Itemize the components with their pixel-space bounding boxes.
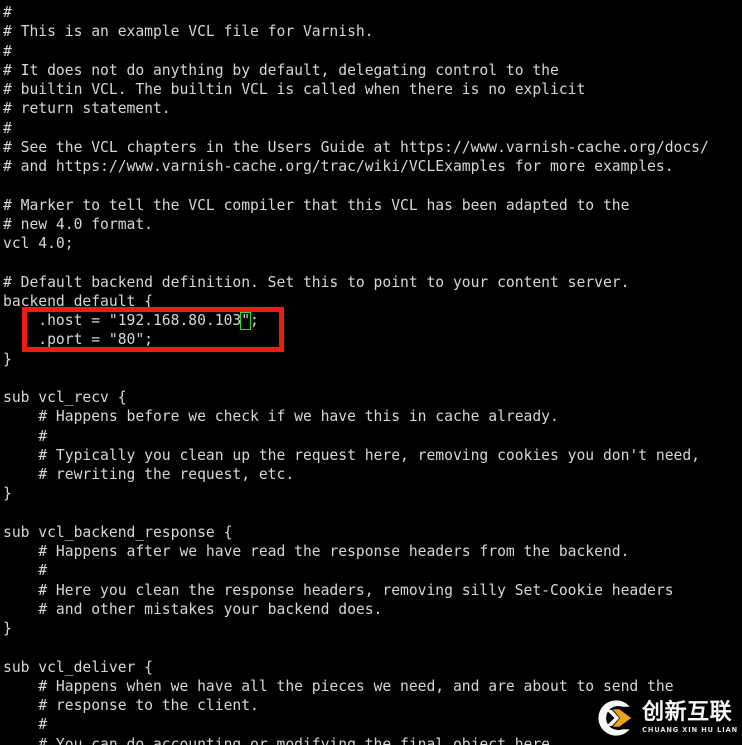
- code-line[interactable]: # This is an example VCL file for Varnis…: [3, 22, 742, 41]
- code-line[interactable]: .host = "192.168.80.103";: [3, 311, 742, 330]
- code-line[interactable]: [3, 504, 742, 523]
- code-line[interactable]: # Here you clean the response headers, r…: [3, 581, 742, 600]
- terminal-screen: # # This is an example VCL file for Varni…: [0, 0, 742, 745]
- code-line[interactable]: vcl 4.0;: [3, 234, 742, 253]
- code-line[interactable]: }: [3, 484, 742, 503]
- code-line[interactable]: [3, 369, 742, 388]
- code-line[interactable]: #: [3, 42, 742, 61]
- code-buffer[interactable]: # # This is an example VCL file for Varni…: [0, 0, 742, 745]
- code-line[interactable]: [3, 638, 742, 657]
- watermark-chinese-name: 创新互联: [642, 700, 733, 726]
- code-line[interactable]: #: [3, 3, 742, 22]
- code-line[interactable]: # return statement.: [3, 99, 742, 118]
- code-line[interactable]: # Marker to tell the VCL compiler that t…: [3, 196, 742, 215]
- code-line[interactable]: # builtin VCL. The builtin VCL is called…: [3, 80, 742, 99]
- code-line[interactable]: }: [3, 619, 742, 638]
- watermark: 创新互联 CHUANG XIN HU LIAN: [596, 696, 738, 740]
- code-line[interactable]: # It does not do anything by default, de…: [3, 61, 742, 80]
- watermark-wordmark: 创新互联 CHUANG XIN HU LIAN: [642, 702, 738, 734]
- code-line[interactable]: # Happens before we check if we have thi…: [3, 407, 742, 426]
- text-cursor: ": [240, 312, 252, 330]
- code-line[interactable]: #: [3, 561, 742, 580]
- code-line[interactable]: # new 4.0 format.: [3, 215, 742, 234]
- code-line[interactable]: sub vcl_backend_response {: [3, 523, 742, 542]
- code-line[interactable]: # Happens when we have all the pieces we…: [3, 677, 742, 696]
- code-line[interactable]: [3, 176, 742, 195]
- code-line[interactable]: # rewriting the request, etc.: [3, 465, 742, 484]
- code-line[interactable]: sub vcl_deliver {: [3, 658, 742, 677]
- code-line[interactable]: }: [3, 350, 742, 369]
- code-line-text: ;: [250, 312, 259, 329]
- code-line[interactable]: backend default {: [3, 292, 742, 311]
- code-line[interactable]: # Typically you clean up the request her…: [3, 446, 742, 465]
- watermark-pinyin-name: CHUANG XIN HU LIAN: [642, 726, 738, 735]
- code-line[interactable]: # Default backend definition. Set this t…: [3, 273, 742, 292]
- code-line[interactable]: # and other mistakes your backend does.: [3, 600, 742, 619]
- code-line[interactable]: sub vcl_recv {: [3, 388, 742, 407]
- code-line[interactable]: # Happens after we have read the respons…: [3, 542, 742, 561]
- code-line[interactable]: [3, 253, 742, 272]
- code-line[interactable]: # See the VCL chapters in the Users Guid…: [3, 138, 742, 157]
- code-line[interactable]: .port = "80";: [3, 330, 742, 349]
- code-line[interactable]: #: [3, 119, 742, 138]
- code-line-text: .host = "192.168.80.103: [3, 312, 242, 329]
- cx-logo-icon: [598, 700, 632, 736]
- code-line[interactable]: # and https://www.varnish-cache.org/trac…: [3, 157, 742, 176]
- code-line[interactable]: #: [3, 427, 742, 446]
